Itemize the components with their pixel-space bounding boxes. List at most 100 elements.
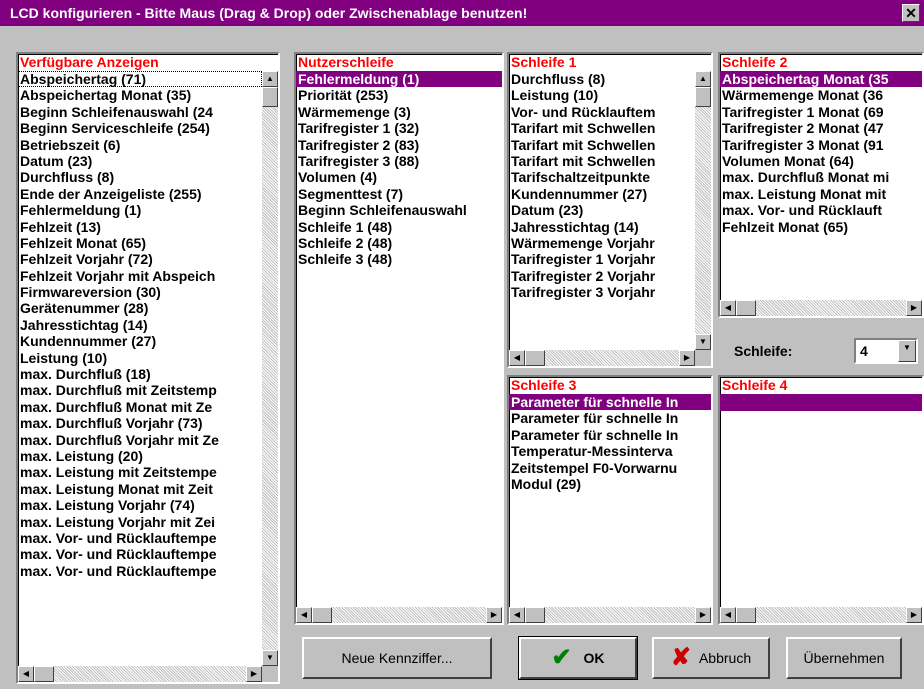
scroll-left-icon[interactable]: ◀ — [509, 350, 525, 366]
list-item[interactable]: Fehlzeit Vorjahr mit Abspeich — [18, 268, 262, 284]
list-item[interactable]: max. Leistung mit Zeitstempe — [18, 464, 262, 480]
list-item[interactable]: Kundennummer (27) — [18, 333, 262, 349]
list-item[interactable]: max. Vor- und Rücklauftempe — [18, 546, 262, 562]
available-displays-list[interactable]: Abspeichertag (71) Abspeichertag Monat (3… — [18, 71, 262, 666]
list-item[interactable]: Vor- und Rücklauftem — [509, 104, 695, 120]
list-item[interactable]: Beginn Serviceschleife (254) — [18, 120, 262, 136]
list-item[interactable]: Tarifregister 3 Monat (91 — [720, 137, 922, 153]
scroll-right-icon[interactable]: ▶ — [906, 607, 922, 623]
list-item[interactable]: Beginn Schleifenauswahl — [296, 202, 502, 218]
list-item[interactable]: Parameter für schnelle In — [509, 410, 711, 426]
scroll-thumb[interactable] — [525, 607, 545, 623]
vertical-scrollbar[interactable]: ▲ ▼ — [262, 71, 278, 666]
list-item[interactable]: Abspeichertag (71) — [18, 71, 262, 88]
list-item[interactable]: Gerätenummer (28) — [18, 300, 262, 316]
horizontal-scrollbar[interactable]: ◀ ▶ — [509, 607, 711, 623]
list-item[interactable]: Zeitstempel F0-Vorwarnu — [509, 460, 711, 476]
list-item[interactable]: max. Durchfluß Monat mi — [720, 169, 922, 185]
scroll-left-icon[interactable]: ◀ — [296, 607, 312, 623]
list-item[interactable]: Wärmemenge Vorjahr — [509, 235, 695, 251]
list-item[interactable]: Datum (23) — [509, 202, 695, 218]
chevron-down-icon[interactable]: ▼ — [898, 340, 916, 362]
horizontal-scrollbar[interactable]: ◀ ▶ — [18, 666, 262, 682]
list-item[interactable]: Tarifregister 1 Monat (69 — [720, 104, 922, 120]
list-item[interactable]: Volumen (4) — [296, 169, 502, 185]
new-code-button[interactable]: Neue Kennziffer... — [302, 637, 492, 679]
list-item[interactable]: Schleife 3 (48) — [296, 251, 502, 267]
scroll-right-icon[interactable]: ▶ — [695, 607, 711, 623]
list-item[interactable]: Parameter für schnelle In — [509, 427, 711, 443]
scroll-right-icon[interactable]: ▶ — [486, 607, 502, 623]
list-item[interactable]: Wärmemenge Monat (36 — [720, 87, 922, 103]
list-item[interactable]: Tarifregister 3 (88) — [296, 153, 502, 169]
list-item[interactable]: Parameter für schnelle In — [509, 394, 711, 411]
schleife-2-list[interactable]: Abspeichertag Monat (35 Wärmemenge Monat … — [720, 71, 922, 300]
scroll-left-icon[interactable]: ◀ — [509, 607, 525, 623]
scroll-thumb[interactable] — [695, 87, 711, 107]
scroll-thumb[interactable] — [262, 87, 278, 107]
list-item[interactable]: Temperatur-Messinterva — [509, 443, 711, 459]
list-item[interactable]: Jahresstichtag (14) — [18, 317, 262, 333]
list-item[interactable]: Durchfluss (8) — [509, 71, 695, 87]
list-item[interactable]: Tarifart mit Schwellen — [509, 120, 695, 136]
list-item[interactable]: max. Durchfluß Vorjahr mit Ze — [18, 432, 262, 448]
scroll-left-icon[interactable]: ◀ — [720, 607, 736, 623]
schleife-select[interactable]: 4 ▼ — [854, 338, 918, 364]
list-item[interactable]: Tarifregister 3 Vorjahr — [509, 284, 695, 300]
list-item[interactable]: Tarifregister 2 (83) — [296, 137, 502, 153]
list-item[interactable]: Datum (23) — [18, 153, 262, 169]
scroll-up-icon[interactable]: ▲ — [262, 71, 278, 87]
list-item[interactable]: Volumen Monat (64) — [720, 153, 922, 169]
list-item[interactable]: Tarifregister 1 Vorjahr — [509, 251, 695, 267]
list-item[interactable]: Tarifart mit Schwellen — [509, 137, 695, 153]
list-item[interactable]: Abspeichertag Monat (35 — [720, 71, 922, 88]
list-item[interactable]: Beginn Schleifenauswahl (24 — [18, 104, 262, 120]
list-item[interactable]: max. Leistung Vorjahr (74) — [18, 497, 262, 513]
list-item[interactable]: max. Leistung Vorjahr mit Zei — [18, 514, 262, 530]
scroll-left-icon[interactable]: ◀ — [18, 666, 34, 682]
list-item[interactable]: Priorität (253) — [296, 87, 502, 103]
list-item[interactable]: Wärmemenge (3) — [296, 104, 502, 120]
list-item[interactable]: Kundennummer (27) — [509, 186, 695, 202]
scroll-down-icon[interactable]: ▼ — [262, 650, 278, 666]
list-item[interactable]: Tarifart mit Schwellen — [509, 153, 695, 169]
cancel-button[interactable]: ✘ Abbruch — [652, 637, 770, 679]
ok-button[interactable]: ✔ OK — [518, 636, 638, 680]
list-item[interactable]: Fehlzeit Monat (65) — [720, 219, 922, 235]
scroll-thumb[interactable] — [34, 666, 54, 682]
scroll-right-icon[interactable]: ▶ — [906, 300, 922, 316]
list-item[interactable]: max. Leistung Monat mit — [720, 186, 922, 202]
list-item[interactable]: Tarifschaltzeitpunkte — [509, 169, 695, 185]
list-item[interactable]: max. Vor- und Rücklauftempe — [18, 530, 262, 546]
horizontal-scrollbar[interactable]: ◀ ▶ — [720, 300, 922, 316]
list-item[interactable]: max. Vor- und Rücklauftempe — [18, 563, 262, 579]
list-item[interactable]: max. Durchfluß (18) — [18, 366, 262, 382]
nutzerschleife-list[interactable]: Fehlermeldung (1) Priorität (253) Wärmemen… — [296, 71, 502, 607]
list-item[interactable]: max. Vor- und Rücklauft — [720, 202, 922, 218]
apply-button[interactable]: Übernehmen — [786, 637, 902, 679]
list-item[interactable]: Tarifregister 1 (32) — [296, 120, 502, 136]
list-item[interactable]: Schleife 2 (48) — [296, 235, 502, 251]
horizontal-scrollbar[interactable]: ◀ ▶ — [509, 350, 695, 366]
list-item[interactable]: Ende der Anzeigeliste (255) — [18, 186, 262, 202]
list-item[interactable]: Fehlzeit Vorjahr (72) — [18, 251, 262, 267]
scroll-left-icon[interactable]: ◀ — [720, 300, 736, 316]
list-item[interactable]: Fehlermeldung (1) — [296, 71, 502, 88]
schleife-1-list[interactable]: Durchfluss (8) Leistung (10) Vor- und Rück… — [509, 71, 695, 350]
list-item[interactable]: Jahresstichtag (14) — [509, 219, 695, 235]
scroll-thumb[interactable] — [312, 607, 332, 623]
scroll-up-icon[interactable]: ▲ — [695, 71, 711, 87]
list-item[interactable]: max. Durchfluß Monat mit Ze — [18, 399, 262, 415]
list-item[interactable]: Modul (29) — [509, 476, 711, 492]
list-item[interactable]: Fehlzeit Monat (65) — [18, 235, 262, 251]
list-item[interactable]: Tarifregister 2 Vorjahr — [509, 268, 695, 284]
scroll-right-icon[interactable]: ▶ — [679, 350, 695, 366]
schleife-3-list[interactable]: Parameter für schnelle In Parameter für s… — [509, 394, 711, 607]
list-item[interactable]: max. Durchfluß mit Zeitstemp — [18, 382, 262, 398]
list-item[interactable]: Abspeichertag Monat (35) — [18, 87, 262, 103]
list-item[interactable]: Segmenttest (7) — [296, 186, 502, 202]
horizontal-scrollbar[interactable]: ◀ ▶ — [296, 607, 502, 623]
schleife-4-selected-row[interactable] — [720, 394, 922, 411]
close-icon[interactable]: ✕ — [902, 4, 920, 22]
list-item[interactable]: Firmwareversion (30) — [18, 284, 262, 300]
